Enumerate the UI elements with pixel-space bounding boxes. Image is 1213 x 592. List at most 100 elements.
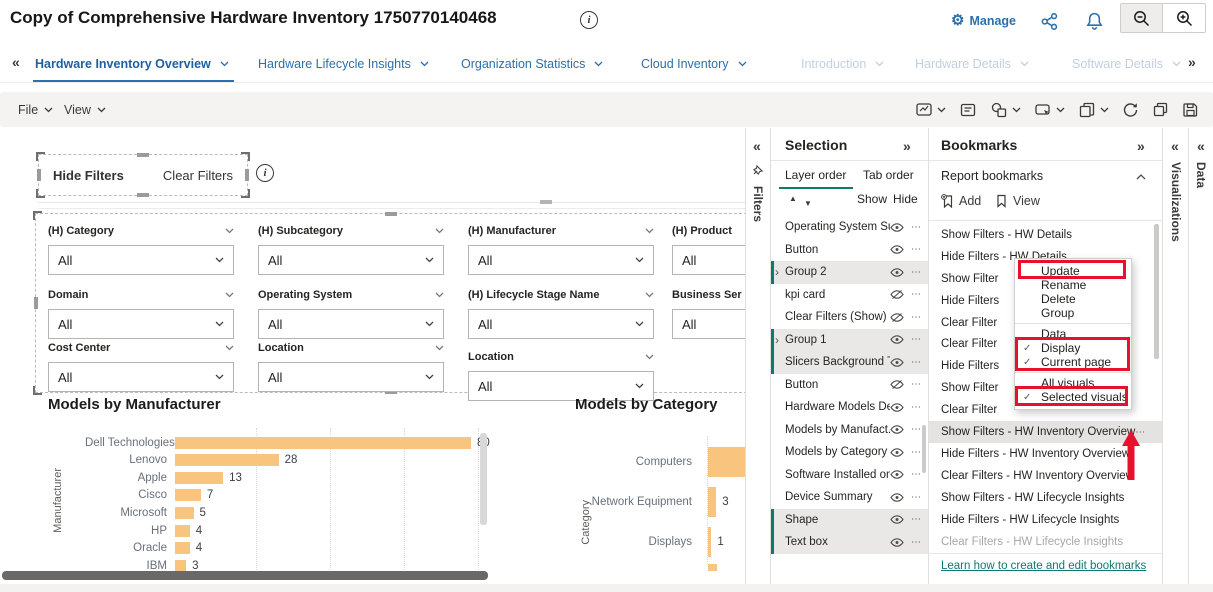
bookmark-hide-filters-hw-inventory-overview[interactable]: Hide Filters - HW Inventory Overview <box>929 443 1162 465</box>
bar-hp[interactable] <box>175 525 190 537</box>
file-menu[interactable]: File <box>18 92 53 127</box>
menu-item-current-page[interactable]: ✓Current page <box>1015 355 1131 369</box>
bar-apple[interactable] <box>175 472 223 484</box>
partial-bar[interactable] <box>708 564 717 571</box>
expand-chevron-icon[interactable]: › <box>775 265 779 279</box>
more-options-icon[interactable]: ⋯ <box>911 424 921 435</box>
collapse-pane-icon[interactable]: » <box>1137 138 1145 154</box>
more-options-icon[interactable]: ⋯ <box>1135 427 1145 438</box>
menu-item-update[interactable]: Update <box>1015 264 1131 278</box>
tab-organization-statistics[interactable]: Organization Statistics <box>461 46 603 82</box>
bookmark-show-filters-hw-inventory-overview[interactable]: Show Filters - HW Inventory Overview⋯ <box>929 421 1162 443</box>
slicer-header[interactable]: (H) Category <box>48 222 234 240</box>
resize-handle[interactable] <box>137 153 149 157</box>
manage-button[interactable]: ⚙ Manage <box>951 13 1016 28</box>
bar-network-equipment[interactable] <box>708 487 716 517</box>
layer-item-group-1[interactable]: ›Group 1⋯ <box>771 329 928 352</box>
canvas-info-icon[interactable]: i <box>256 164 274 182</box>
bar-ibm[interactable] <box>175 560 186 572</box>
more-options-icon[interactable]: ⋯ <box>911 537 921 548</box>
refresh-button[interactable] <box>1122 101 1139 118</box>
eye-off-icon[interactable] <box>890 380 904 389</box>
eye-icon[interactable] <box>890 493 904 502</box>
eye-icon[interactable] <box>890 335 904 344</box>
visual-button[interactable] <box>915 101 946 119</box>
slicer-header[interactable]: Location <box>468 348 654 366</box>
menu-item-all-visuals[interactable]: All visuals <box>1015 376 1131 390</box>
slicer-dropdown[interactable]: All <box>468 245 654 275</box>
selection-corner-handle[interactable] <box>33 211 42 220</box>
layer-item-software-installed-on[interactable]: Software Installed on ...⋯ <box>771 464 928 487</box>
more-options-icon[interactable]: ⋯ <box>911 492 921 503</box>
eye-icon[interactable] <box>890 268 904 277</box>
more-options-icon[interactable]: ⋯ <box>911 222 921 233</box>
more-options-icon[interactable]: ⋯ <box>911 402 921 413</box>
filters-pane-collapsed[interactable]: « Filters <box>745 128 770 592</box>
more-options-icon[interactable]: ⋯ <box>911 514 921 525</box>
eye-icon[interactable] <box>890 425 904 434</box>
tab-cloud-inventory[interactable]: Cloud Inventory <box>641 46 747 82</box>
textbox-button[interactable] <box>959 101 977 119</box>
slicer-dropdown[interactable]: All <box>48 245 234 275</box>
add-bookmark-button[interactable]: Add <box>941 194 981 208</box>
bookmark-clear-filters-hw-lifecycle-insights[interactable]: Clear Filters - HW Lifecycle Insights <box>929 531 1162 553</box>
eye-icon[interactable] <box>890 515 904 524</box>
more-options-icon[interactable]: ⋯ <box>911 469 921 480</box>
move-down-icon[interactable]: ▼ <box>804 199 812 208</box>
collapse-pane-icon[interactable]: » <box>903 138 911 154</box>
more-options-icon[interactable]: ⋯ <box>911 334 921 345</box>
menu-item-group[interactable]: Group <box>1015 306 1131 320</box>
eye-icon[interactable] <box>890 538 904 547</box>
bar-oracle[interactable] <box>175 542 190 554</box>
hide-filters-button[interactable]: Hide Filters <box>53 168 124 183</box>
resize-handle[interactable] <box>540 200 552 204</box>
layer-item-text-box[interactable]: Text box⋯ <box>771 531 928 554</box>
eye-icon[interactable] <box>890 223 904 232</box>
panel-scrollbar[interactable] <box>922 425 926 473</box>
layer-item-device-summary[interactable]: Device Summary⋯ <box>771 486 928 509</box>
slicer-header[interactable]: (H) Manufacturer <box>468 222 654 240</box>
more-options-icon[interactable]: ⋯ <box>911 289 921 300</box>
slicer-header[interactable]: Cost Center <box>48 339 234 357</box>
chart-vertical-scrollbar[interactable] <box>480 433 487 525</box>
more-options-icon[interactable]: ⋯ <box>911 379 921 390</box>
layer-item-operating-system-su[interactable]: Operating System Su...⋯ <box>771 216 928 239</box>
bar-cisco[interactable] <box>175 489 201 501</box>
eye-icon[interactable] <box>890 245 904 254</box>
layer-item-hardware-models-de[interactable]: Hardware Models De...⋯ <box>771 396 928 419</box>
eye-off-icon[interactable] <box>890 313 904 322</box>
tab-introduction[interactable]: Introduction <box>801 46 884 82</box>
zoom-out-button[interactable] <box>1121 4 1163 32</box>
selection-corner-handle[interactable] <box>36 152 45 161</box>
layer-item-models-by-manufact[interactable]: Models by Manufact...⋯ <box>771 419 928 442</box>
tabs-scroll-left-icon[interactable]: « <box>12 54 20 70</box>
resize-handle[interactable] <box>34 297 38 309</box>
bookmark-show-filters-hw-lifecycle-insights[interactable]: Show Filters - HW Lifecycle Insights <box>929 487 1162 509</box>
tab-tab-order[interactable]: Tab order <box>863 168 914 182</box>
layer-item-kpi-card[interactable]: kpi card⋯ <box>771 284 928 307</box>
eye-icon[interactable] <box>890 358 904 367</box>
canvas-horizontal-scrollbar[interactable] <box>2 571 488 580</box>
resize-handle[interactable] <box>385 212 397 216</box>
view-menu[interactable]: View <box>64 92 106 127</box>
data-pane-collapsed[interactable]: « Data <box>1188 128 1213 592</box>
more-options-icon[interactable]: ⋯ <box>911 357 921 368</box>
notifications-button[interactable] <box>1085 11 1104 31</box>
menu-item-data[interactable]: Data <box>1015 327 1131 341</box>
slicer-dropdown[interactable]: All <box>672 245 745 275</box>
slicer-dropdown[interactable]: All <box>258 309 444 339</box>
tab-software-details[interactable]: Software Details <box>1072 46 1181 82</box>
page-button[interactable] <box>1078 101 1109 119</box>
selection-corner-handle[interactable] <box>33 386 42 395</box>
eye-icon[interactable] <box>890 448 904 457</box>
expand-chevron-icon[interactable]: › <box>775 333 779 347</box>
slicer-header[interactable]: (H) Product <box>672 222 745 240</box>
hide-all-button[interactable]: Hide <box>893 192 918 206</box>
slicer-dropdown[interactable]: All <box>48 362 234 392</box>
layer-item-models-by-category[interactable]: Models by Category⋯ <box>771 441 928 464</box>
shapes-button[interactable] <box>990 101 1021 119</box>
tabs-scroll-right-icon[interactable]: » <box>1188 54 1196 70</box>
expand-pane-icon[interactable]: « <box>1197 138 1205 154</box>
expand-pane-icon[interactable]: « <box>1171 138 1179 154</box>
layer-item-button[interactable]: Button⋯ <box>771 239 928 262</box>
